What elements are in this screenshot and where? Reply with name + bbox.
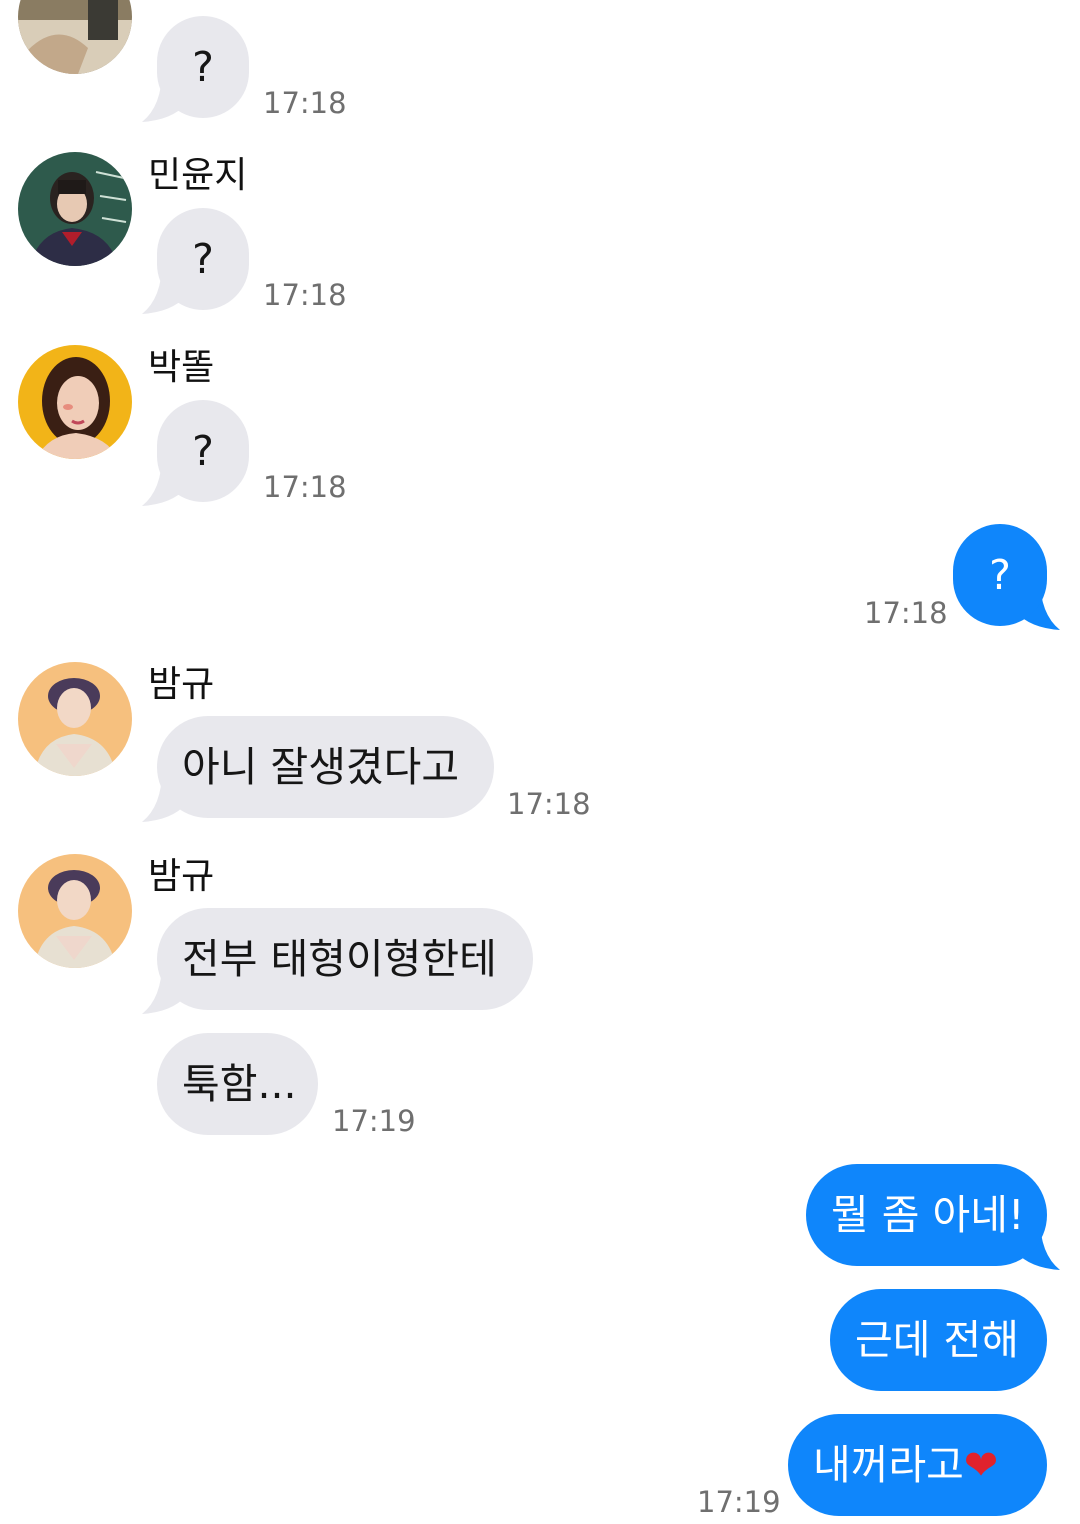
message-timestamp: 17:19 xyxy=(697,1485,781,1519)
message-timestamp: 17:18 xyxy=(864,596,948,630)
avatar[interactable] xyxy=(18,152,132,266)
sender-name: 민윤지 xyxy=(148,155,248,196)
message-timestamp: 17:18 xyxy=(507,787,591,821)
avatar[interactable] xyxy=(18,0,132,74)
message-bubble[interactable]: 전부 태형이형한테 xyxy=(157,908,533,1010)
message-text: 내꺼라고 xyxy=(813,1441,964,1489)
sender-name: 박똘 xyxy=(148,347,215,388)
message-bubble[interactable]: ? xyxy=(157,208,249,310)
sender-name: 밤규 xyxy=(148,856,215,897)
heart-emoji: ❤ xyxy=(963,1441,999,1489)
message-bubble[interactable]: 근데 전해 xyxy=(830,1289,1047,1391)
avatar[interactable] xyxy=(18,854,132,968)
message-timestamp: 17:19 xyxy=(332,1104,416,1138)
message-bubble[interactable]: 아니 잘생겼다고 xyxy=(157,716,494,818)
message-bubble[interactable]: ? xyxy=(157,400,249,502)
message-bubble[interactable]: 내꺼라고❤ xyxy=(788,1414,1047,1516)
sender-name: 밤규 xyxy=(148,664,215,705)
message-bubble[interactable]: 툭함... xyxy=(157,1033,318,1135)
message-timestamp: 17:18 xyxy=(263,470,347,504)
avatar[interactable] xyxy=(18,662,132,776)
message-timestamp: 17:18 xyxy=(263,278,347,312)
message-bubble[interactable]: ? xyxy=(953,524,1047,626)
message-bubble[interactable]: 뭘 좀 아네! xyxy=(806,1164,1047,1266)
avatar[interactable] xyxy=(18,345,132,459)
message-timestamp: 17:18 xyxy=(263,86,347,120)
message-bubble[interactable]: ? xyxy=(157,16,249,118)
